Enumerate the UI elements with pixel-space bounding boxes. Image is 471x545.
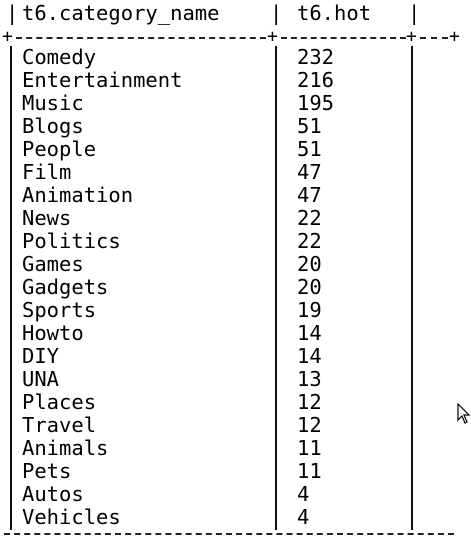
table-cell-hot: 4: [297, 505, 310, 529]
header-pipe-right: |: [408, 1, 421, 25]
table-cell-category-name: Sports: [22, 298, 97, 322]
separator-plus-end: +: [449, 26, 460, 47]
column-header-hot: t6.hot: [297, 1, 372, 25]
table-cell-category-name: Games: [22, 252, 84, 276]
terminal-output: | t6.category_name | t6.hot | + + + + Co…: [0, 0, 471, 545]
table-cell-hot: 12: [297, 413, 322, 437]
table-cell-hot: 19: [297, 298, 322, 322]
table-cell-hot: 20: [297, 275, 322, 299]
column-divider-left: [10, 46, 12, 530]
separator-dash-2: [281, 37, 406, 39]
table-cell-hot: 11: [297, 436, 322, 460]
table-cell-hot: 11: [297, 459, 322, 483]
table-cell-category-name: Politics: [22, 229, 121, 253]
table-cell-category-name: Travel: [22, 413, 97, 437]
table-cell-category-name: Comedy: [22, 45, 97, 69]
separator-plus-right: +: [406, 26, 417, 47]
table-cell-category-name: Vehicles: [22, 505, 121, 529]
header-pipe-left: |: [6, 1, 19, 25]
separator-plus-mid: +: [267, 26, 278, 47]
separator-plus-left: +: [2, 26, 13, 47]
column-header-category-name: t6.category_name: [22, 1, 220, 25]
table-cell-category-name: Film: [22, 160, 72, 184]
table-cell-category-name: Animals: [22, 436, 109, 460]
table-cell-category-name: Autos: [22, 482, 84, 506]
mouse-pointer-icon: [457, 403, 471, 424]
table-cell-category-name: Places: [22, 390, 97, 414]
table-cell-hot: 14: [297, 344, 322, 368]
table-cell-category-name: Animation: [22, 183, 134, 207]
table-cell-category-name: Howto: [22, 321, 84, 345]
table-cell-hot: 22: [297, 229, 322, 253]
table-cell-hot: 12: [297, 390, 322, 414]
table-cell-hot: 232: [297, 45, 335, 69]
separator-dash-1: [16, 37, 266, 39]
table-cell-hot: 195: [297, 91, 335, 115]
table-cell-category-name: DIY: [22, 344, 60, 368]
separator-dash-3: [420, 37, 448, 39]
column-divider-mid: [275, 46, 277, 530]
table-cell-category-name: Gadgets: [22, 275, 109, 299]
table-cell-hot: 47: [297, 183, 322, 207]
table-cell-hot: 20: [297, 252, 322, 276]
header-pipe-mid: |: [270, 1, 283, 25]
table-cell-hot: 51: [297, 114, 322, 138]
table-cell-hot: 22: [297, 206, 322, 230]
table-cell-hot: 216: [297, 68, 335, 92]
table-cell-category-name: Entertainment: [22, 68, 183, 92]
table-cell-hot: 13: [297, 367, 322, 391]
table-cell-hot: 47: [297, 160, 322, 184]
table-cell-category-name: Pets: [22, 459, 72, 483]
table-cell-category-name: Music: [22, 91, 84, 115]
table-cell-hot: 4: [297, 482, 310, 506]
column-divider-right: [411, 46, 413, 530]
table-cell-category-name: Blogs: [22, 114, 84, 138]
header-separator: [4, 30, 468, 42]
table-cell-hot: 14: [297, 321, 322, 345]
bottom-border: [4, 533, 454, 535]
table-cell-category-name: People: [22, 137, 97, 161]
table-cell-category-name: News: [22, 206, 72, 230]
table-cell-category-name: UNA: [22, 367, 60, 391]
table-cell-hot: 51: [297, 137, 322, 161]
